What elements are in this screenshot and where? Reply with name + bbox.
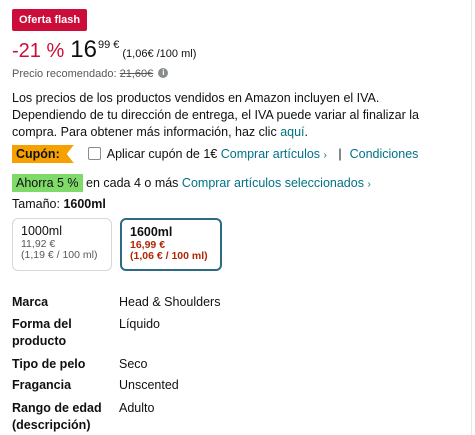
size-label: Tamaño: 1600ml <box>12 195 106 213</box>
detail-key: Tipo de pelo <box>12 357 86 371</box>
recommended-price: Precio recomendado: 21,60€ i <box>12 68 169 80</box>
detail-value: Líquido <box>119 317 161 331</box>
discount-percentage: -21 % <box>12 40 65 62</box>
saving-row: Ahorra 5 % en cada 4 o más Comprar artíc… <box>12 174 371 192</box>
apply-coupon-text[interactable]: Aplicar cupón de 1€ <box>107 147 218 161</box>
size-option-name: 1000ml <box>21 224 62 238</box>
recommended-price-value: 21,60€ <box>119 68 154 80</box>
coupon-separator: | <box>338 147 342 161</box>
panel-right-border <box>471 0 472 435</box>
size-option-unit-price: (1,19 € / 100 ml) <box>21 249 98 261</box>
detail-value: Head & Shoulders <box>119 295 221 309</box>
iva-more-info-link[interactable]: aquí <box>280 125 304 139</box>
recommended-price-label: Precio recomendado: <box>12 68 117 80</box>
detail-value: Unscented <box>119 378 179 392</box>
size-option-1600ml-selected[interactable]: 1600ml 16,99 € (1,06 € / 100 ml) <box>120 218 222 271</box>
size-label-text: Tamaño: <box>12 197 60 211</box>
detail-key: Fragancia <box>12 378 72 392</box>
iva-notice-text: Los precios de los productos vendidos en… <box>12 91 419 139</box>
iva-notice-end: . <box>304 125 309 139</box>
size-selected-value: 1600ml <box>63 197 106 211</box>
saving-selected-items-link[interactable]: Comprar artículos seleccionados <box>182 176 364 190</box>
coupon-conditions-link[interactable]: Condiciones <box>350 147 419 161</box>
iva-notice: Los precios de los productos vendidos en… <box>12 90 457 141</box>
coupon-compare-link[interactable]: Comprar artículos <box>221 147 320 161</box>
price-fraction: 99 € <box>97 39 120 51</box>
price-row: -21 % 1699 €(1,06€ /100 ml) <box>12 36 197 63</box>
detail-value: Adulto <box>119 401 155 415</box>
detail-key: Rango de edad (descripción) <box>12 401 102 432</box>
flash-deal-badge: Oferta flash <box>12 9 88 31</box>
coupon-label: Cupón: <box>12 145 74 163</box>
size-option-1000ml[interactable]: 1000ml 11,92 € (1,19 € / 100 ml) <box>12 218 112 271</box>
size-option-name: 1600ml <box>130 225 173 239</box>
price-whole: 16 <box>70 36 97 63</box>
saving-badge: Ahorra 5 % <box>12 174 83 192</box>
detail-key: Marca <box>12 295 49 309</box>
saving-text: en cada 4 o más <box>86 176 179 190</box>
detail-key: Forma del producto <box>12 317 72 348</box>
apply-coupon-checkbox[interactable] <box>87 147 101 161</box>
coupon-row: Cupón: Aplicar cupón de 1€ Comprar artícu… <box>12 145 418 163</box>
info-icon[interactable]: i <box>158 68 169 79</box>
unit-price: (1,06€ /100 ml) <box>122 48 197 60</box>
chevron-right-icon: › <box>367 179 371 190</box>
detail-value: Seco <box>119 357 148 371</box>
size-option-unit-price: (1,06 € / 100 ml) <box>130 250 208 262</box>
chevron-right-icon: › <box>323 150 327 161</box>
